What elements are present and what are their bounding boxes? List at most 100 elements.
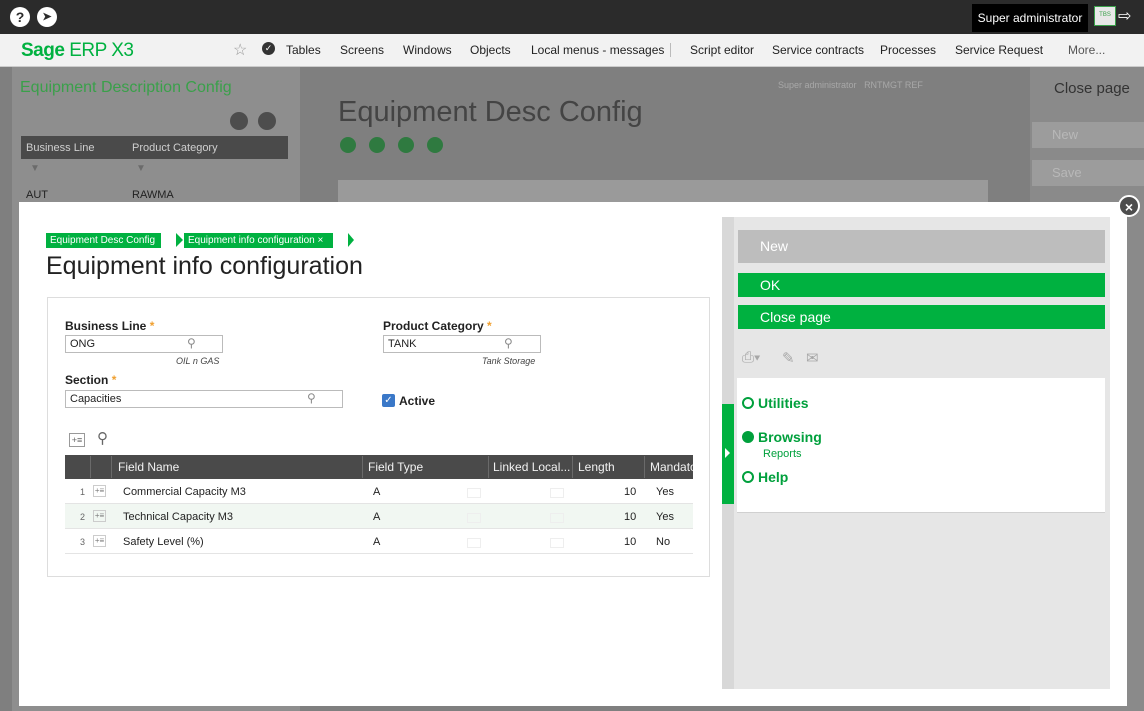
cell-field-name[interactable]: Commercial Capacity M3 (123, 486, 246, 498)
field-button-icon[interactable] (550, 488, 564, 498)
search-icon[interactable]: ⚲ (504, 336, 513, 350)
field-button-icon[interactable] (467, 488, 481, 498)
menu-service-contracts[interactable]: Service contracts (772, 43, 864, 57)
row-number: 2 (80, 512, 86, 522)
close-icon[interactable]: × (1118, 195, 1140, 217)
menu-help[interactable]: Help (742, 469, 788, 485)
cell-field-type[interactable]: A (373, 486, 380, 498)
menu-local-menus[interactable]: Local menus - messages (531, 43, 664, 57)
menu-processes[interactable]: Processes (880, 43, 936, 57)
breadcrumb-current[interactable]: Equipment info configuration × (184, 233, 334, 248)
next-arrow-icon[interactable] (258, 112, 276, 130)
grid-header-divider (111, 456, 112, 478)
page-title: Equipment info configuration (46, 252, 363, 280)
row-number: 1 (80, 487, 86, 497)
cell-mandatory[interactable]: No (656, 536, 670, 548)
col-field-name[interactable]: Field Name (118, 460, 179, 474)
search-icon[interactable]: ⚲ (187, 336, 196, 350)
chevron-right-icon[interactable] (725, 448, 730, 458)
breadcrumb-item[interactable]: Equipment Desc Config (46, 233, 162, 248)
menu-divider (670, 43, 671, 57)
cell-length[interactable]: 10 (624, 486, 636, 498)
attachment-icon[interactable]: ✎ (782, 349, 795, 367)
row-action-icon[interactable]: +≡ (93, 485, 106, 497)
menu-utilities[interactable]: Utilities (742, 395, 809, 411)
cell-field-type[interactable]: A (373, 511, 380, 523)
background-page-title: Equipment Desc Config (338, 96, 643, 128)
left-panel-title: Equipment Description Config (20, 79, 232, 96)
check-circle-icon[interactable]: ✓ (262, 42, 275, 55)
menu-script-editor[interactable]: Script editor (690, 43, 754, 57)
search-icon[interactable]: ⚲ (97, 429, 108, 447)
breadcrumb-close-icon[interactable]: × (318, 235, 324, 246)
brand-logo[interactable]: Sage ERP X3 (21, 40, 134, 62)
grid-header-divider (488, 456, 489, 478)
row-action-icon[interactable]: +≡ (93, 510, 106, 522)
prev-record-icon[interactable] (369, 137, 385, 153)
search-icon[interactable]: ⚲ (307, 391, 316, 405)
field-button-icon[interactable] (467, 538, 481, 548)
background-new-button[interactable]: New (1032, 122, 1144, 148)
col-mandatory[interactable]: Mandato (650, 460, 693, 474)
menu-tables[interactable]: Tables (286, 43, 321, 57)
cell-length[interactable]: 10 (624, 536, 636, 548)
site-flag-icon[interactable]: TBS (1094, 6, 1116, 26)
collapse-icon (742, 431, 754, 443)
background-save-button[interactable]: Save (1032, 160, 1144, 186)
field-button-icon[interactable] (467, 513, 481, 523)
col-linked-local[interactable]: Linked Local... (493, 460, 570, 474)
insert-row-icon[interactable]: +≡ (69, 433, 85, 447)
favorite-star-icon[interactable]: ☆ (233, 40, 247, 60)
last-record-icon[interactable] (427, 137, 443, 153)
cell-field-name[interactable]: Technical Capacity M3 (123, 511, 233, 523)
menu-service-request[interactable]: Service Request (955, 43, 1043, 57)
row-number: 3 (80, 537, 86, 547)
menu-reports[interactable]: Reports (763, 448, 802, 460)
row-action-icon[interactable]: +≡ (93, 535, 106, 547)
logout-icon[interactable]: ⇨ (1118, 8, 1134, 26)
business-line-field[interactable]: ONG (65, 335, 223, 353)
product-category-field[interactable]: TANK (383, 335, 541, 353)
filter-icon[interactable]: ▼ (136, 163, 146, 174)
compass-icon[interactable]: ➤ (37, 7, 57, 27)
new-button[interactable]: New (738, 230, 1105, 263)
cell-mandatory[interactable]: Yes (656, 511, 674, 523)
cell-field-name[interactable]: Safety Level (%) (123, 536, 204, 548)
cell-length[interactable]: 10 (624, 511, 636, 523)
background-close-page[interactable]: Close page (1054, 80, 1130, 97)
first-record-icon[interactable] (340, 137, 356, 153)
left-cell[interactable]: RAWMA (132, 189, 174, 201)
user-name[interactable]: Super administrator (972, 4, 1088, 32)
cell-mandatory[interactable]: Yes (656, 486, 674, 498)
breadcrumb-arrow-icon (348, 233, 354, 247)
menu-windows[interactable]: Windows (403, 43, 452, 57)
left-cell[interactable]: AUT (26, 189, 48, 201)
cell-field-type[interactable]: A (373, 536, 380, 548)
business-line-label: Business Line * (65, 319, 155, 333)
ok-button[interactable]: OK (738, 273, 1105, 297)
expand-icon (742, 397, 754, 409)
field-button-icon[interactable] (550, 513, 564, 523)
menu-more[interactable]: More... (1068, 43, 1105, 57)
col-field-type[interactable]: Field Type (368, 460, 423, 474)
field-button-icon[interactable] (550, 538, 564, 548)
expand-icon (742, 471, 754, 483)
filter-icon[interactable]: ▼ (30, 163, 40, 174)
col-length[interactable]: Length (578, 460, 615, 474)
menu-browsing[interactable]: Browsing (742, 429, 822, 445)
next-record-icon[interactable] (398, 137, 414, 153)
left-col-business-line[interactable]: Business Line (26, 142, 95, 154)
print-icon[interactable]: ⎙▾ (742, 349, 760, 366)
context-badges: Super administrator RNTMGT REF (778, 80, 923, 90)
left-col-product-category[interactable]: Product Category (132, 142, 218, 154)
menu-screens[interactable]: Screens (340, 43, 384, 57)
comment-icon[interactable]: ✉ (806, 349, 819, 367)
active-checkbox[interactable]: ✓ (382, 394, 395, 407)
prev-arrow-icon[interactable] (230, 112, 248, 130)
menu-objects[interactable]: Objects (470, 43, 511, 57)
product-category-label: Product Category * (383, 319, 492, 333)
close-page-button[interactable]: Close page (738, 305, 1105, 329)
grid-header-divider (90, 456, 91, 478)
help-icon[interactable]: ? (10, 7, 30, 27)
section-field[interactable]: Capacities (65, 390, 343, 408)
